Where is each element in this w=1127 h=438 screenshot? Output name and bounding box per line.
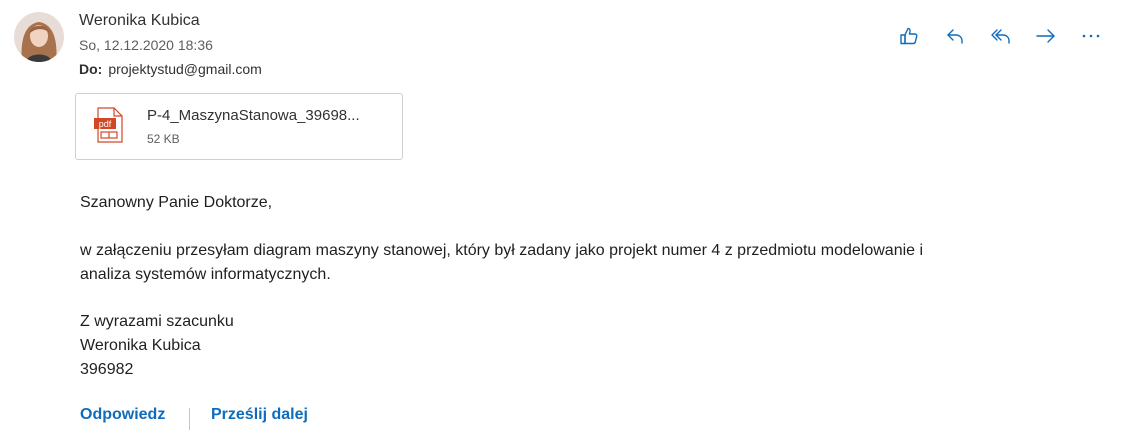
avatar[interactable] (14, 12, 64, 62)
attachment-card[interactable]: pdf P-4_MaszynaStanowa_39698... 52 KB (75, 93, 403, 160)
pdf-icon: pdf (93, 107, 125, 148)
closing-line: Z wyrazami szacunku (80, 313, 234, 330)
signature-id: 396982 (80, 361, 134, 378)
attachment-name: P-4_MaszynaStanowa_39698... (147, 107, 360, 124)
sender-name[interactable]: Weronika Kubica (79, 12, 200, 30)
more-icon (1082, 34, 1100, 38)
email-reading-pane: Weronika Kubica So, 12.12.2020 18:36 Do:… (0, 0, 1127, 438)
message-signature: Z wyrazami szacunku Weronika Kubica 3969… (80, 310, 234, 382)
more-actions-button[interactable] (1079, 24, 1103, 48)
thumbs-up-icon (900, 27, 918, 45)
signature-name: Weronika Kubica (80, 337, 201, 354)
recipient-row: Do: projektystud@gmail.com (79, 61, 262, 77)
forward-button[interactable] (1034, 24, 1058, 48)
reply-link[interactable]: Odpowiedz (80, 406, 165, 424)
message-paragraph: w załączeniu przesyłam diagram maszyny s… (80, 239, 1070, 287)
to-label: Do: (79, 61, 103, 77)
pdf-icon-label: pdf (99, 119, 112, 129)
paragraph-line: w załączeniu przesyłam diagram maszyny s… (80, 242, 924, 259)
like-button[interactable] (897, 24, 921, 48)
attachment-size: 52 KB (147, 132, 180, 146)
reply-all-icon (991, 29, 1010, 44)
paragraph-line: analiza systemów informatycznych. (80, 266, 331, 283)
recipient-address[interactable]: projektystud@gmail.com (108, 61, 262, 77)
sent-date: So, 12.12.2020 18:36 (79, 37, 213, 53)
reply-button[interactable] (943, 24, 967, 48)
message-greeting: Szanowny Panie Doktorze, (80, 194, 273, 211)
forward-link[interactable]: Prześlij dalej (211, 406, 308, 424)
forward-icon (1036, 29, 1055, 43)
footer-divider (189, 408, 190, 430)
reply-icon (947, 29, 963, 44)
reply-all-button[interactable] (989, 24, 1013, 48)
